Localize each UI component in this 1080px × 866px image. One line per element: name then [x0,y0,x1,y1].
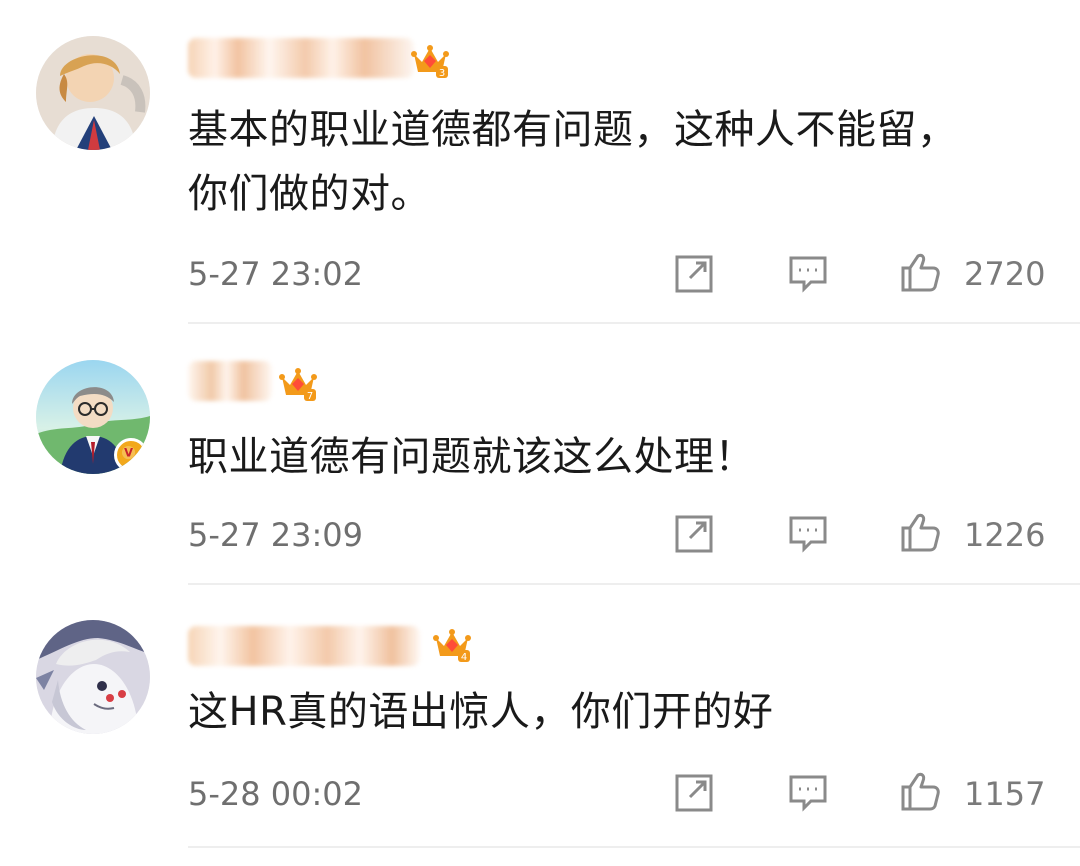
username-blurred[interactable] [188,626,420,666]
like-count: 1157 [964,775,1046,813]
divider [188,846,1080,848]
avatar[interactable] [36,36,150,150]
like-count: 2720 [964,255,1046,293]
avatar[interactable]: V [36,360,150,474]
thumbs-up-icon[interactable] [898,769,942,813]
comment-time: 5-27 23:09 [188,516,364,554]
avatar-anime-white-hair-icon [36,620,150,734]
divider [188,583,1080,585]
crown-level: 3 [439,68,445,79]
avatar-photo-blonde-icon [36,36,150,150]
thumbs-up-icon[interactable] [898,510,942,554]
comment-item-3: 4 这HR真的语出惊人，你们开的好 5-28 00:02 1157 [0,586,1080,866]
username-blurred[interactable] [188,38,414,78]
thumbs-up-icon[interactable] [898,250,942,294]
share-icon[interactable] [672,771,716,815]
comment-time: 5-27 23:02 [188,255,364,293]
comment-time: 5-28 00:02 [188,775,364,813]
divider [188,322,1080,324]
comment-text: 基本的职业道德都有问题，这种人不能留， 你们做的对。 [188,107,958,217]
comment-icon[interactable] [786,512,830,556]
comment-icon[interactable] [786,252,830,296]
like-count: 1226 [964,516,1046,554]
comment-item-2: V 7 职业道德有问题就该这么处理！ 5-27 23:09 1226 [0,325,1080,586]
share-icon[interactable] [672,512,716,556]
share-icon[interactable] [672,252,716,296]
verified-v-badge: V [114,438,148,472]
crown-level-badge-icon: 7 [279,368,317,402]
crown-level-badge-icon: 4 [433,629,471,663]
crown-level: 7 [307,391,313,402]
avatar[interactable] [36,620,150,734]
username-blurred[interactable] [188,361,272,401]
comment-text: 职业道德有问题就该这么处理！ [188,434,755,480]
comment-text: 这HR真的语出惊人，你们开的好 [188,689,774,735]
comment-item-1: 3 基本的职业道德都有问题，这种人不能留， 你们做的对。 5-27 23:02 … [0,0,1080,325]
verified-icon: V [118,442,139,463]
svg-text:V: V [124,446,133,460]
crown-level-badge-icon: 3 [411,45,449,79]
comment-icon[interactable] [786,771,830,815]
crown-level: 4 [461,652,467,663]
